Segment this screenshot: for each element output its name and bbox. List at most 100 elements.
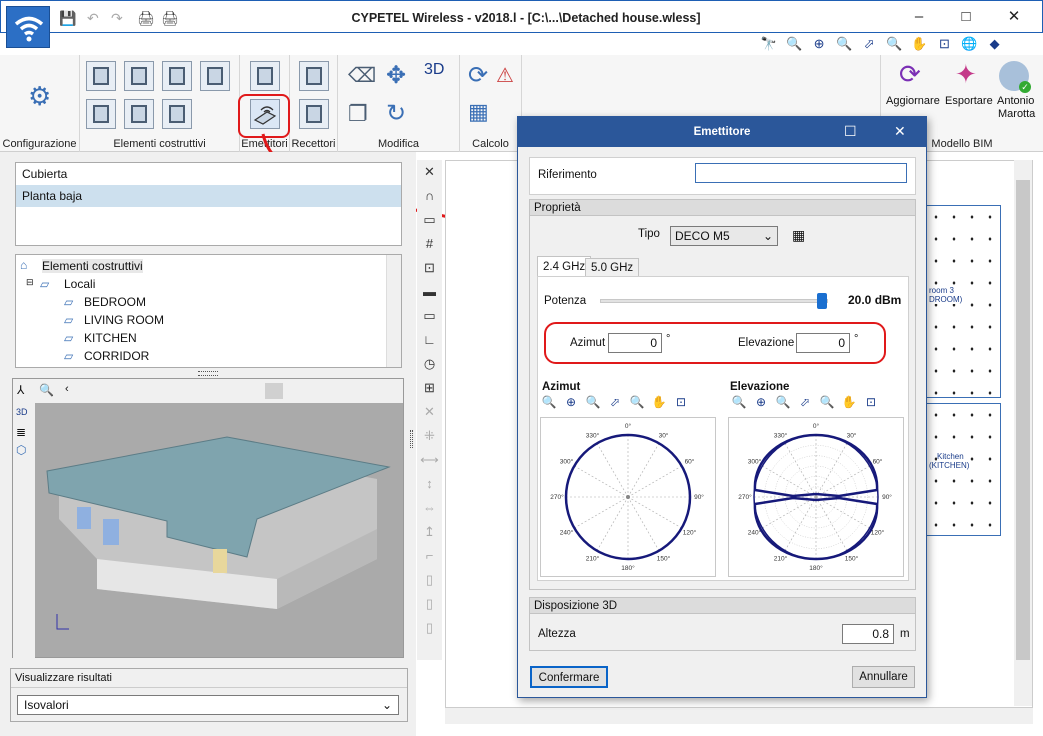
3d-hscroll-thumb[interactable] — [265, 383, 283, 399]
tree-scrollbar[interactable] — [386, 255, 401, 367]
zoom-icon[interactable]: 🔍 — [728, 395, 750, 409]
ruler-icon[interactable]: ▬ — [417, 280, 442, 304]
collapse-icon[interactable]: ⊟ — [26, 277, 34, 288]
wall-offset-icon[interactable]: ▯ — [417, 592, 442, 616]
pan-icon[interactable]: ✋ — [838, 395, 860, 409]
axes-icon[interactable]: ⅄ — [17, 383, 24, 397]
minimize-button[interactable]: – — [896, 6, 942, 28]
results-select[interactable]: Isovalori ⌄ — [17, 695, 399, 715]
receiver-button[interactable] — [299, 61, 329, 91]
grid-icon[interactable]: # — [417, 232, 442, 256]
save-icon[interactable]: 💾 — [59, 10, 76, 27]
canvas-hscroll[interactable] — [445, 708, 1033, 724]
emitter-edit-button[interactable] — [250, 61, 280, 91]
potenza-slider-thumb[interactable] — [817, 293, 828, 309]
3d-mode-icon[interactable]: 3D — [16, 407, 28, 417]
vert-arrow-icon[interactable]: ↕ — [417, 472, 442, 496]
wall-button[interactable] — [86, 61, 116, 91]
scroll-left-icon[interactable]: ‹ — [65, 383, 69, 395]
floor-item[interactable]: Cubierta — [16, 163, 401, 185]
splitter-handle[interactable] — [198, 371, 218, 376]
zoom-window-icon[interactable]: 🔍 — [582, 395, 604, 409]
book-icon[interactable]: ◆ — [984, 33, 1006, 55]
window-icon[interactable]: ⊡ — [933, 33, 955, 55]
azimut-polar-chart[interactable]: 0° 30° 60° 90° 120° 150° 180° 210° 240° 270° 300° 3… — [540, 417, 716, 577]
window-icon[interactable]: ⊡ — [860, 395, 882, 409]
altezza-input[interactable]: 0.8 — [842, 624, 894, 644]
table-icon[interactable]: ▦ — [792, 227, 805, 244]
compass-icon[interactable]: ◷ — [417, 352, 442, 376]
zoom-window-icon[interactable]: 🔍 — [833, 33, 855, 55]
rotate-icon[interactable]: ↻ — [386, 99, 406, 128]
tree-room[interactable]: CORRIDOR — [84, 349, 149, 363]
warning-icon[interactable]: ⚠ — [496, 63, 514, 88]
zoom-previous-icon[interactable]: ⬀ — [604, 395, 626, 409]
pan-icon[interactable]: ✋ — [648, 395, 670, 409]
zoom-all-icon[interactable]: ⊕ — [750, 395, 772, 409]
corner-button[interactable] — [162, 61, 192, 91]
dialog-close-button[interactable]: ✕ — [894, 123, 906, 140]
window-button[interactable] — [200, 61, 230, 91]
magnet-icon[interactable]: ∩ — [417, 184, 442, 208]
angle-icon[interactable]: ∟ — [417, 328, 442, 352]
stretch-icon[interactable]: ⇔ — [417, 496, 442, 520]
close-button[interactable]: ✕ — [991, 6, 1037, 28]
extend-icon[interactable]: ↥ — [417, 520, 442, 544]
print-preview-icon[interactable]: 🖨 — [161, 10, 179, 27]
undo-icon[interactable]: ↶ — [87, 10, 99, 27]
snap-icon[interactable]: ▭ — [417, 208, 442, 232]
node-icon[interactable]: ⌐ — [417, 544, 442, 568]
globe-icon[interactable]: 🌐 — [959, 33, 981, 55]
scale-icon[interactable]: ▭ — [417, 304, 442, 328]
copy-icon[interactable]: ❐ — [348, 101, 368, 127]
redo-icon[interactable]: ↷ — [111, 10, 123, 27]
tree-room[interactable]: BEDROOM — [84, 295, 146, 309]
move-icon[interactable]: ✥ — [386, 61, 406, 90]
tab-24ghz[interactable]: 2.4 GHz — [537, 256, 592, 276]
vscroll-thumb[interactable] — [1016, 180, 1030, 660]
point-icon[interactable]: ⊡ — [417, 256, 442, 280]
calculate-icon[interactable]: ⟳ — [468, 61, 488, 90]
zoom-out-icon[interactable]: 🔍 — [883, 33, 905, 55]
plan-room[interactable]: room 3 DROOM) — [926, 205, 1001, 398]
zoom-out-icon[interactable]: 🔍 — [626, 395, 648, 409]
plan-room-kitchen[interactable]: Kitchen (KITCHEN) — [926, 403, 1001, 536]
zoom-icon[interactable]: 🔍 — [538, 395, 560, 409]
cancel-button[interactable]: Annullare — [852, 666, 915, 688]
elevazione-polar-chart[interactable]: 0° 30° 60° 90° 120° 150° 180° 210° 240° 270° 300° 3… — [728, 417, 904, 577]
zoom-window-icon[interactable]: 🔍 — [772, 395, 794, 409]
panel-button[interactable] — [162, 99, 192, 129]
zoom-previous-icon[interactable]: ⬀ — [858, 33, 880, 55]
window-icon[interactable]: ⊡ — [670, 395, 692, 409]
update-bim-icon[interactable]: ⟳ — [899, 59, 921, 90]
maximize-button[interactable]: □ — [943, 6, 989, 28]
zoom-all-icon[interactable]: ⊕ — [560, 395, 582, 409]
wall-align-icon[interactable]: ▯ — [417, 568, 442, 592]
binoculars-icon[interactable]: 🔭 — [758, 33, 780, 55]
riferimento-input[interactable] — [695, 163, 907, 183]
tree-room[interactable]: LIVING ROOM — [84, 313, 164, 327]
pan-icon[interactable]: ✋ — [908, 33, 930, 55]
split-icon[interactable]: ⁜ — [417, 424, 442, 448]
horiz-arrow-icon[interactable]: ⟷ — [417, 448, 442, 472]
cube-icon[interactable]: ⬡ — [16, 443, 26, 457]
tree-room[interactable]: KITCHEN — [84, 331, 137, 345]
print-icon[interactable]: 🖨 — [137, 10, 155, 27]
app-menu-button[interactable] — [6, 6, 50, 48]
update-bim-button[interactable]: Aggiornare — [886, 95, 940, 107]
potenza-slider[interactable] — [600, 293, 828, 309]
3d-view[interactable]: ⅄ 🔍 ‹ 3D ≣ ⬡ — [12, 378, 404, 658]
zoom-icon[interactable]: 🔍 — [783, 33, 805, 55]
export-bim-icon[interactable]: ✦ — [955, 59, 977, 90]
dialog-maximize-button[interactable]: ☐ — [844, 123, 857, 140]
tab-50ghz[interactable]: 5.0 GHz — [585, 258, 640, 276]
canvas-vscroll[interactable] — [1014, 160, 1032, 706]
slab-button[interactable] — [124, 61, 154, 91]
door-button[interactable] — [86, 99, 116, 129]
confirm-button[interactable]: Confermare — [530, 666, 608, 688]
tree-locali[interactable]: Locali — [64, 277, 95, 291]
tools-icon[interactable]: ✕ — [417, 160, 442, 184]
receiver-grid-button[interactable] — [299, 99, 329, 129]
zoom-icon[interactable]: 🔍 — [39, 383, 54, 397]
tipo-select[interactable]: DECO M5 ⌄ — [670, 226, 778, 246]
